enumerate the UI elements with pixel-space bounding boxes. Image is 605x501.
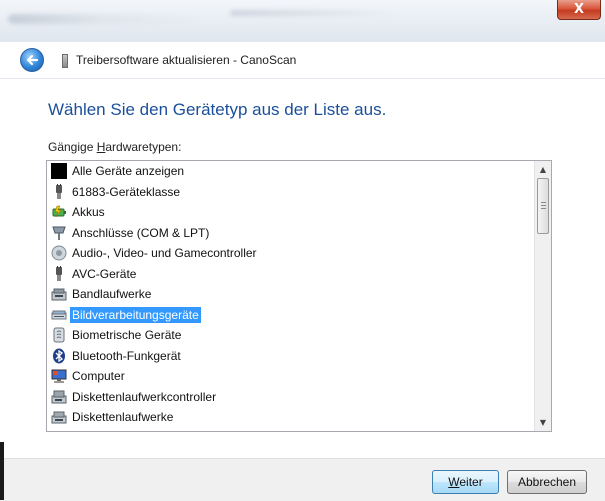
plug-icon xyxy=(51,265,67,282)
next-button[interactable]: Weiter xyxy=(432,470,499,494)
battery-icon xyxy=(51,204,67,220)
bluetooth-icon xyxy=(51,348,67,364)
back-arrow-icon xyxy=(26,54,39,66)
plug-icon xyxy=(51,183,67,200)
list-item-label: Bandlaufwerke xyxy=(72,287,152,302)
window-edge xyxy=(0,442,4,500)
label-prefix: Gängige xyxy=(48,140,97,154)
page-heading: Wählen Sie den Gerätetyp aus der Liste a… xyxy=(48,100,387,119)
list-item-label: Diskettenlaufwerke xyxy=(72,410,174,425)
scroll-down-icon[interactable]: ▼ xyxy=(535,414,551,431)
port-icon xyxy=(51,225,67,241)
list-item[interactable]: AVC-Geräte xyxy=(47,264,535,285)
list-item-label: Akkus xyxy=(72,205,105,220)
list-item[interactable]: Alle Geräte anzeigen xyxy=(47,161,535,182)
list-item[interactable]: Bildverarbeitungsgeräte xyxy=(47,305,535,326)
speaker-icon xyxy=(51,245,67,261)
list-item-label: Bluetooth-Funkgerät xyxy=(72,348,181,363)
device-icon xyxy=(62,54,68,68)
next-label-rest: eiter xyxy=(459,475,483,489)
list-item-label: Computer xyxy=(72,369,125,384)
floppy-drive-icon xyxy=(51,409,67,425)
tape-drive-icon xyxy=(51,286,67,302)
list-item-label: AVC-Geräte xyxy=(72,266,137,281)
list-item-label: Anschlüsse (COM & LPT) xyxy=(72,225,210,240)
list-item-label: 61883-Geräteklasse xyxy=(72,184,181,199)
list-item[interactable]: 61883-Geräteklasse xyxy=(47,182,535,203)
list-item[interactable]: Audio-, Video- und Gamecontroller xyxy=(47,243,535,264)
blurred-background-text xyxy=(8,14,198,24)
floppy-controller-icon xyxy=(51,389,67,405)
list-item-label: Diskettenlaufwerkcontroller xyxy=(72,389,217,404)
close-icon: X xyxy=(573,2,585,17)
list-item[interactable]: Anschlüsse (COM & LPT) xyxy=(47,223,535,244)
list-item-label: Alle Geräte anzeigen xyxy=(72,164,185,179)
divider xyxy=(0,78,605,79)
window-title: Treibersoftware aktualisieren - CanoScan xyxy=(76,53,297,67)
hardware-types-list[interactable]: Alle Geräte anzeigen 61883-Geräteklasse Ak… xyxy=(46,160,552,432)
scanner-icon xyxy=(51,307,67,323)
computer-icon xyxy=(51,368,67,384)
scroll-up-icon[interactable]: ▲ xyxy=(535,161,551,178)
hardware-types-label: Gängige Hardwaretypen: xyxy=(48,140,181,154)
list-item-label: Biometrische Geräte xyxy=(72,328,182,343)
list-item[interactable]: Bluetooth-Funkgerät xyxy=(47,346,535,367)
list-item[interactable]: Akkus xyxy=(47,202,535,223)
blurred-background-text xyxy=(230,10,400,16)
list-item[interactable]: Diskettenlaufwerke xyxy=(47,407,535,428)
close-button[interactable]: X xyxy=(557,0,601,20)
window-chrome xyxy=(0,0,605,42)
black-square-icon xyxy=(51,163,67,180)
list-item[interactable]: Diskettenlaufwerkcontroller xyxy=(47,387,535,408)
cancel-button[interactable]: Abbrechen xyxy=(507,470,587,494)
list-item-label: Bildverarbeitungsgeräte xyxy=(70,306,201,323)
vertical-scrollbar[interactable]: ▲ ▼ xyxy=(534,161,551,431)
list-item[interactable]: Computer xyxy=(47,366,535,387)
list-item[interactable]: Bandlaufwerke xyxy=(47,284,535,305)
next-accelerator: W xyxy=(448,475,460,489)
label-rest: ardwaretypen: xyxy=(105,140,182,154)
biometric-icon xyxy=(51,327,67,343)
list-item[interactable]: Biometrische Geräte xyxy=(47,325,535,346)
list-items: Alle Geräte anzeigen 61883-Geräteklasse Ak… xyxy=(47,161,535,428)
scroll-thumb[interactable] xyxy=(537,178,549,234)
list-item-label: Audio-, Video- und Gamecontroller xyxy=(72,246,257,261)
back-button[interactable] xyxy=(20,48,44,72)
